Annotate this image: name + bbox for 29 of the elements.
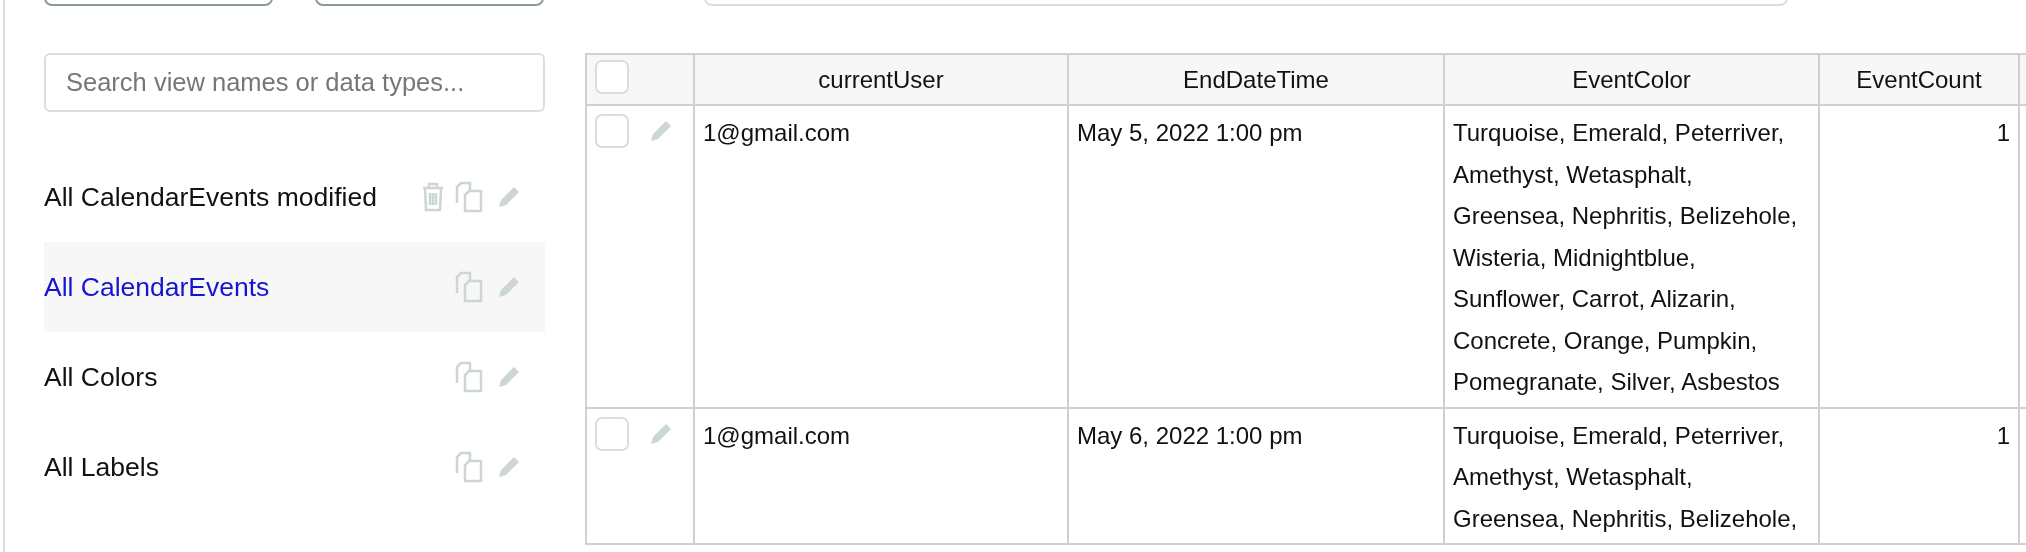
table-cell: 1 (1819, 105, 2019, 408)
column-header[interactable]: EndDateTime (1068, 54, 1444, 105)
copy-icon[interactable] (455, 361, 485, 393)
column-header[interactable]: EventColor (1444, 54, 1819, 105)
table-cell: May 6, 2022 1:00 pm (1068, 407, 1444, 544)
view-label: All Colors (44, 361, 159, 393)
table-cell: 1@gmail.com (694, 407, 1068, 544)
row-checkbox[interactable] (595, 416, 629, 451)
row-checkbox[interactable] (595, 114, 629, 148)
table-cell: May 5, 2022 1:00 pm (1068, 105, 1444, 408)
view-item[interactable]: All Labels (44, 422, 545, 512)
trash-icon[interactable] (421, 182, 445, 212)
view-label: All Labels (44, 451, 160, 483)
table-cell: Turquoise, Emerald, Peterriver, Amethyst, Wetasphalt, Greensea, Nephritis, Belizehole, (1444, 407, 1819, 544)
view-label: All CalendarEvents (44, 271, 271, 303)
copy-icon[interactable] (455, 451, 485, 483)
view-label: All CalendarEvents modified (44, 181, 378, 213)
column-header[interactable]: EventCount (1819, 54, 2019, 105)
select-all-checkbox[interactable] (595, 59, 629, 94)
view-item[interactable]: All Colors (44, 332, 545, 422)
search-field[interactable]: Search view names or data types... (44, 53, 545, 112)
table-cell: Turquoise, Emerald, Peterriver, Amethyst, Wetasphalt, Greensea, Nephritis, Belizehole, Wisteria, Midnightblue, Sunflower, Carrot, Alizarin, Concrete, Orange, Pumpkin, Pomegranate, Silver, Asbestos (1444, 105, 1819, 408)
copy-icon[interactable] (455, 271, 485, 303)
view-item[interactable]: All CalendarEvents (44, 242, 545, 332)
table-cell: 1 (1819, 407, 2019, 544)
column-header[interactable]: currentUser (694, 54, 1068, 105)
view-item[interactable]: All CalendarEvents modified (44, 152, 545, 242)
copy-icon[interactable] (455, 181, 485, 213)
table-cell: 1@gmail.com (694, 105, 1068, 408)
